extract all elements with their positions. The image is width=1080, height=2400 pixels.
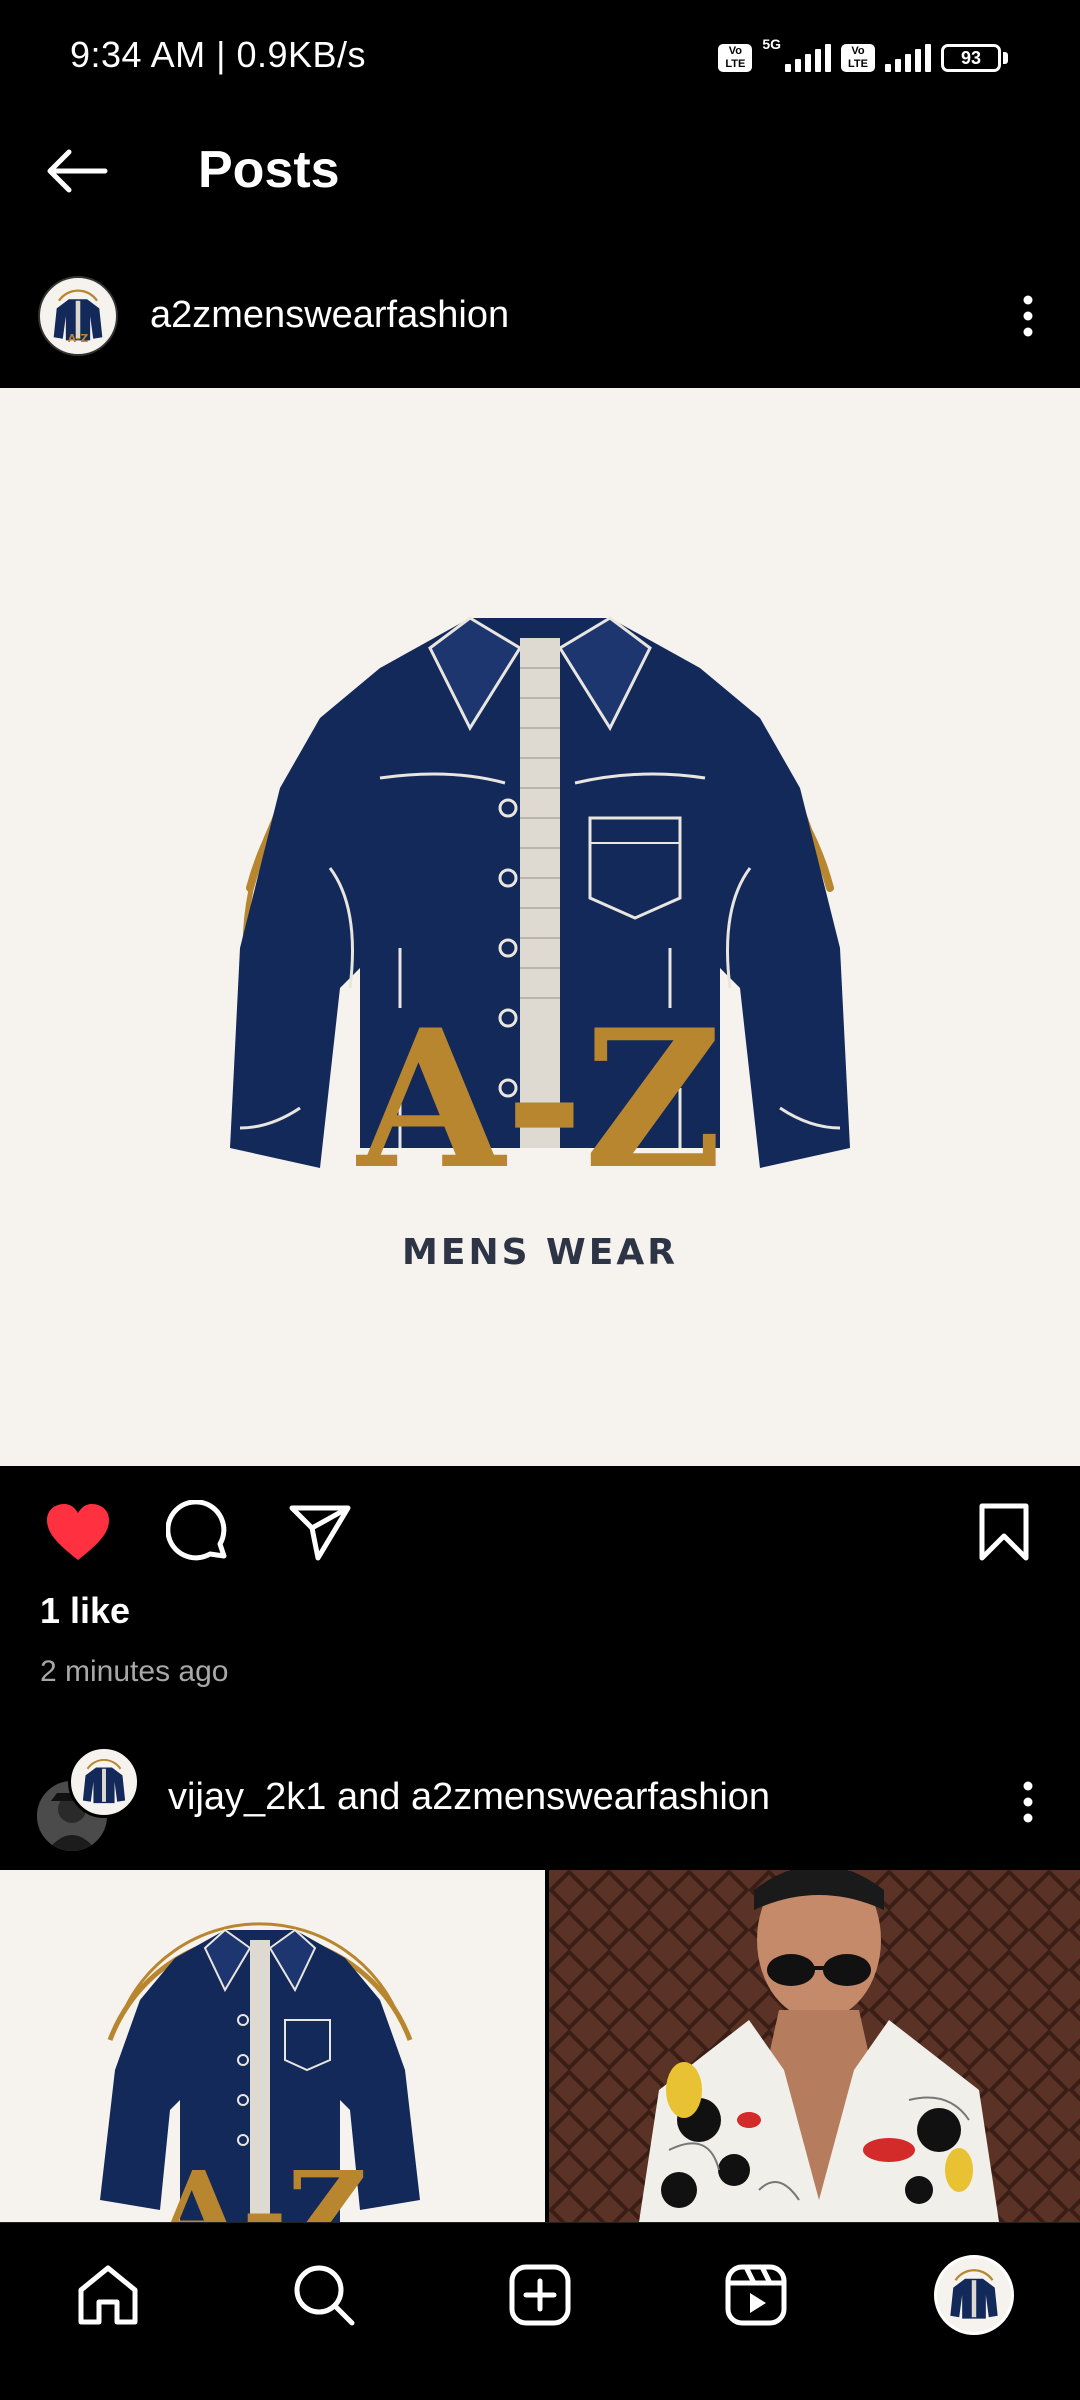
search-icon	[294, 2265, 355, 2326]
more-vertical-icon-2	[1023, 1781, 1033, 1823]
svg-text:A-Z: A-Z	[68, 332, 89, 345]
header: Posts	[0, 118, 1080, 224]
like-button[interactable]	[40, 1496, 116, 1568]
bookmark-icon	[979, 1503, 1029, 1561]
back-button[interactable]	[38, 136, 114, 206]
heart-icon	[47, 1504, 109, 1560]
post-username[interactable]: a2zmenswearfashion	[150, 294, 509, 337]
screen: 9:34 AM | 0.9KB/s Vo LTE 5G Vo LTE 93 Post…	[0, 0, 1080, 2400]
signal-icon	[785, 44, 831, 72]
more-options-button[interactable]	[998, 284, 1058, 348]
avatar-brand[interactable]	[68, 1746, 140, 1818]
nav-profile[interactable]	[926, 2247, 1022, 2343]
profile-avatar	[934, 2255, 1014, 2335]
collab-user-1[interactable]: vijay_2k1	[168, 1776, 326, 1818]
nav-reels[interactable]	[708, 2247, 804, 2343]
nav-home[interactable]	[60, 2247, 156, 2343]
comment-button[interactable]	[160, 1496, 236, 1568]
more-options-button-2[interactable]	[998, 1770, 1058, 1834]
carousel-image-model[interactable]	[549, 1870, 1080, 2222]
brand-logo-image: A-Z MENS WEAR	[230, 616, 850, 1273]
status-bar: 9:34 AM | 0.9KB/s Vo LTE 5G Vo LTE 93	[0, 0, 1080, 118]
bottom-nav	[0, 2222, 1080, 2400]
comment-icon	[166, 1500, 227, 1561]
collab-post-header: vijay_2k1 and a2zmenswearfashion	[0, 1740, 1080, 1860]
brand-logo-thumbnail: A-Z	[100, 1922, 420, 2222]
post-image[interactable]: A-Z MENS WEAR	[0, 388, 1080, 1466]
carousel-image-logo[interactable]: A-Z	[0, 1870, 545, 2222]
reels-icon	[725, 2264, 787, 2326]
arrow-left-icon	[47, 149, 108, 193]
like-count[interactable]: 1 like	[40, 1590, 130, 1632]
post-timestamp: 2 minutes ago	[40, 1655, 229, 1688]
volte-icon: Vo LTE	[718, 44, 753, 72]
post-header: A-Z a2zmenswearfashion	[0, 264, 1080, 368]
brand-tagline-text: MENS WEAR	[402, 1232, 678, 1273]
post-actions	[0, 1470, 1080, 1590]
nav-create[interactable]	[492, 2247, 588, 2343]
more-vertical-icon	[1023, 295, 1033, 337]
jacket-logo-icon-2	[82, 1759, 126, 1804]
status-time: 9:34 AM | 0.9KB/s	[70, 34, 367, 75]
nav-search[interactable]	[276, 2247, 372, 2343]
collab-connector: and	[326, 1776, 411, 1818]
save-button[interactable]	[966, 1496, 1042, 1568]
send-icon	[289, 1505, 351, 1561]
svg-text:A-Z: A-Z	[155, 2147, 367, 2222]
avatar[interactable]: A-Z	[38, 276, 118, 356]
collab-usernames: vijay_2k1 and a2zmenswearfashion	[168, 1776, 770, 1819]
battery-icon: 93	[941, 44, 1008, 72]
status-icons: Vo LTE 5G Vo LTE 93	[718, 36, 1008, 78]
create-icon	[509, 2264, 571, 2326]
volte-icon-2: Vo LTE	[841, 44, 875, 72]
network-type: 5G	[762, 36, 781, 52]
battery-level: 93	[941, 44, 1001, 72]
jacket-logo-icon-3	[950, 2269, 998, 2319]
signal-icon-2	[885, 44, 931, 72]
brand-name-text: A-Z	[356, 988, 723, 1211]
jacket-logo-icon: A-Z	[53, 289, 103, 345]
model-photo	[549, 1870, 1080, 2222]
home-icon	[78, 2265, 138, 2325]
page-title: Posts	[198, 141, 340, 199]
share-button[interactable]	[282, 1496, 358, 1568]
collab-user-2[interactable]: a2zmenswearfashion	[411, 1776, 770, 1818]
